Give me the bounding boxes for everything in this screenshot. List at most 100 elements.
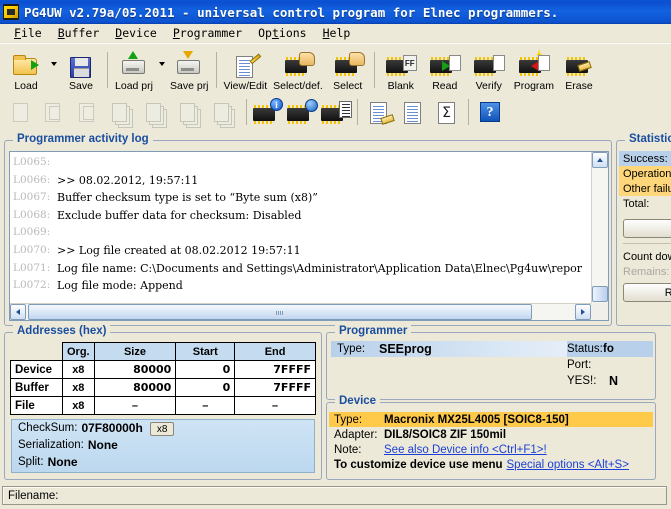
programmer-status-row: Status: fo [567,341,653,357]
addresses-col-size: Size [93,342,177,361]
device-info-link[interactable]: See also Device info <Ctrl+F1>! [384,444,547,456]
blank-check-button[interactable]: FF Blank [379,48,423,92]
addresses-header-row: Org. Size Start End [10,342,316,361]
folder-open-icon [11,52,41,80]
load-dropdown-arrow[interactable] [48,48,59,92]
log-horizontal-scrollbar[interactable] [10,303,591,320]
page-stack-icon-button[interactable] [106,96,140,128]
scrollbar-corner [591,303,608,320]
statistics-group: Statistic Success: Operationa Other fail… [616,133,671,326]
toolbar-row-primary: Load Save Load prj Save prj View/Edit Se… [0,46,671,92]
device-web-button[interactable] [285,96,319,128]
programmer-yes-row: YES!: N [567,373,653,389]
page-stack2-icon [142,98,172,126]
page-copy2-icon-button[interactable] [72,96,106,128]
chip-globe-icon [287,98,318,126]
log-row: L0066: >> 08.02.2012, 19:57:11 [13,172,591,190]
log-line-text: Buffer checksum type is set to “Byte sum… [57,191,318,205]
menu-item-programmer[interactable]: Programmer [165,25,250,41]
help-button[interactable]: ? [473,96,507,128]
checksum-mode-button[interactable]: x8 [149,421,175,436]
programmer-type-label: Type: [337,343,366,355]
programmer-yes-label: YES!: [567,375,597,387]
statistics-success-label: Success: [623,152,668,165]
verify-label: Verify [475,80,502,92]
buffer-fill-button[interactable] [362,96,396,128]
info-badge: i [270,98,283,111]
device-list-button[interactable] [319,96,353,128]
log-vertical-scroll-thumb[interactable] [592,286,608,302]
save-button[interactable]: Save [59,48,103,92]
view-edit-button[interactable]: View/Edit [221,48,271,92]
program-button[interactable]: Program [511,48,557,92]
page-stack4-icon-button[interactable] [208,96,242,128]
application-window: PG4UW v2.79a/05.2011 - universal control… [0,0,671,509]
statistics-reset-button[interactable]: R [623,219,671,238]
log-vertical-scrollbar[interactable] [591,152,608,303]
menu-item-options[interactable]: Options [250,25,315,41]
addresses-group: Addresses (hex) Org. Size Start End Devi… [4,325,322,480]
erase-button[interactable]: Erase [557,48,601,92]
page-single-icon-button[interactable] [4,96,38,128]
table-row: Buffer x8 80000 0 7FFFF [10,378,316,397]
verify-button[interactable]: Verify [467,48,511,92]
read-button[interactable]: Read [423,48,467,92]
blank-label: Blank [387,80,414,92]
device-title: Device [335,395,381,407]
page-copy-icon-button[interactable] [38,96,72,128]
log-line-id: L0069: [13,226,51,239]
checksum-button[interactable]: Σ [430,96,464,128]
chip-hand-icon [333,52,365,80]
addresses-row-device-name: Device [10,360,63,379]
addresses-row-device-org: x8 [62,360,95,379]
select-default-button[interactable]: Select/def. [270,48,326,92]
load-project-dropdown-arrow[interactable] [156,48,167,92]
device-type-value: Macronix MX25L4005 [SOIC8-150] [384,413,569,426]
programmer-title: Programmer [335,325,412,337]
log-line-id: L0072: [13,279,51,292]
statistics-divider [623,243,671,244]
count-down-label-row: Count dow [619,249,671,264]
load-project-button[interactable]: Load prj [112,48,156,92]
scroll-right-icon[interactable] [575,304,591,320]
load-prj-label: Load prj [115,80,153,92]
select-button[interactable]: Select [326,48,370,92]
view-edit-label: View/Edit [223,80,268,92]
log-line-id: L0067: [13,191,51,204]
page-stack3-icon-button[interactable] [174,96,208,128]
device-note-label: Note: [334,443,362,456]
save-project-button[interactable]: Save prj [167,48,212,92]
addresses-col-end: End [234,342,316,361]
table-row: Device x8 80000 0 7FFFF [10,360,316,379]
menu-item-device[interactable]: Device [107,25,165,41]
menu-item-buffer[interactable]: Buffer [50,25,108,41]
chip-icon [3,4,19,20]
log-horizontal-scroll-thumb[interactable] [28,304,532,320]
menu-device-rest: evice [122,26,157,40]
load-label: Load [14,80,38,92]
load-button[interactable]: Load [4,48,48,92]
menu-item-help[interactable]: Help [315,25,359,41]
buffer-text-button[interactable] [396,96,430,128]
statistics-othfail-label: Other failu [623,182,671,195]
menu-item-file[interactable]: File [6,25,50,41]
device-adapter-row: Adapter: DIL8/SOIC8 ZIF 150mil [329,427,653,442]
page-stack2-icon-button[interactable] [140,96,174,128]
page-stack4-icon [210,98,240,126]
scroll-up-icon[interactable] [592,152,608,168]
statistics-reload-button[interactable]: Relo [623,283,671,302]
addresses-row-buffer-end: 7FFFF [234,378,316,397]
checksum-value: 07F80000h [81,421,143,435]
device-info-button[interactable]: i [251,96,285,128]
device-note-row: Note: See also Device info <Ctrl+F1>! [329,442,653,457]
split-value: None [47,455,78,469]
log-row: L0065: [13,154,591,172]
activity-log-content: L0065: L0066: >> 08.02.2012, 19:57:11 L00… [10,152,591,303]
activity-log-panel: L0065: L0066: >> 08.02.2012, 19:57:11 L00… [9,151,609,321]
toolbar-separator-1 [107,52,108,88]
scroll-left-icon[interactable] [10,304,26,320]
special-options-link[interactable]: Special options <Alt+S> [507,459,629,471]
toolbar-separator-3 [373,52,375,88]
addresses-row-device-size: 80000 [93,360,177,379]
addresses-title: Addresses (hex) [13,325,111,337]
